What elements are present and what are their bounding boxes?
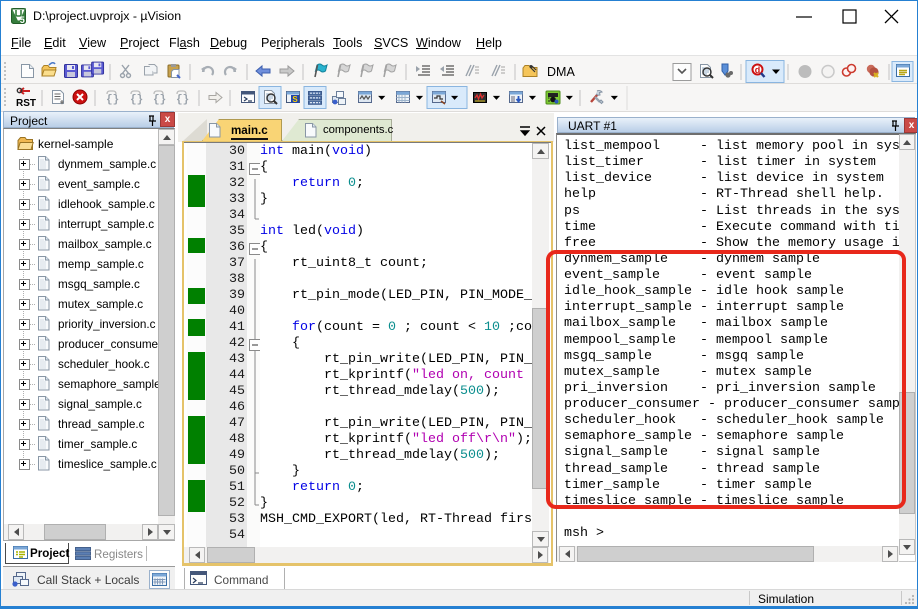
svg-text:5: 5 [20,15,25,25]
svg-text:RST: RST [16,98,36,109]
svg-text:DMA: DMA [547,65,575,79]
